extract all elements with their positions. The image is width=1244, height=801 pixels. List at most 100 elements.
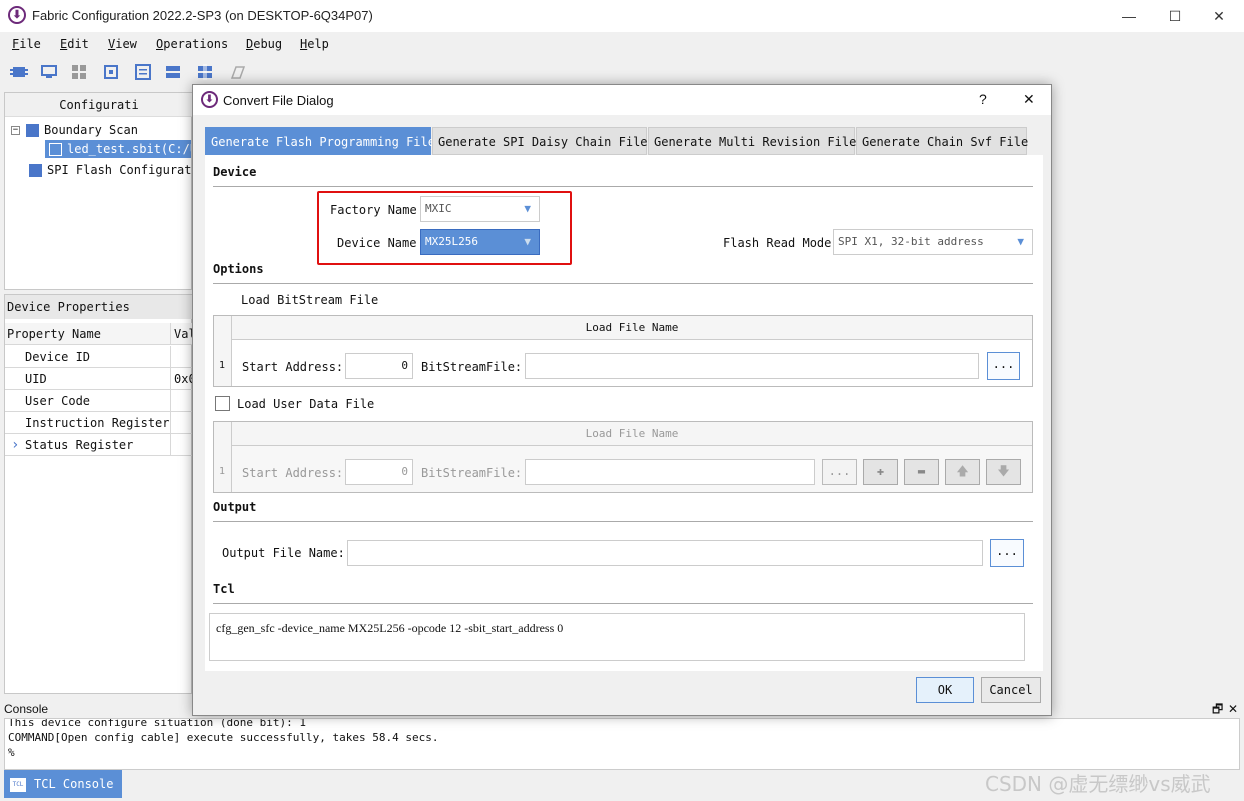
output-file-name-input[interactable] bbox=[347, 540, 983, 566]
tab-generate-chain-svf-file[interactable]: Generate Chain Svf File bbox=[856, 127, 1028, 155]
start-address-input[interactable]: 0 bbox=[345, 353, 413, 379]
eraser-icon[interactable] bbox=[228, 64, 246, 80]
bitstream-file-input[interactable] bbox=[525, 353, 979, 379]
tcl-console-label: TCL Console bbox=[34, 777, 114, 791]
flash-read-mode-select[interactable]: SPI X1, 32-bit address ▼ bbox=[833, 229, 1033, 255]
tree-item-bitstream-file[interactable]: led_test.sbit(C:/U bbox=[45, 140, 191, 158]
browse-bitstream-button[interactable]: ... bbox=[987, 352, 1020, 380]
minimize-button[interactable]: — bbox=[1106, 0, 1152, 32]
tree-item-boundary-scan[interactable]: − Boundary Scan bbox=[11, 121, 138, 139]
user-bitstream-file-label: BitStreamFile: bbox=[421, 466, 523, 480]
property-name-header: Property Name bbox=[5, 323, 171, 345]
tree-label: SPI Flash Configurati bbox=[47, 163, 199, 177]
bitstream-grid: 1 Load File Name Start Address: 0 BitStr… bbox=[213, 315, 1033, 387]
row-number: 1 bbox=[219, 466, 226, 477]
tcl-console-tab[interactable]: TCL TCL Console bbox=[4, 770, 122, 798]
browse-user-data-button[interactable]: ... bbox=[822, 459, 857, 485]
tab-generate-flash-programming-file[interactable]: Generate Flash Programming File bbox=[205, 127, 435, 155]
move-up-icon[interactable]: 🡅 bbox=[945, 459, 980, 485]
menu-edit[interactable]: Edit bbox=[60, 37, 89, 51]
user-start-address-label: Start Address: bbox=[242, 466, 344, 480]
device-properties-header: Device Properties bbox=[5, 295, 193, 319]
menu-help[interactable]: Help bbox=[300, 37, 329, 51]
divider bbox=[213, 186, 1033, 187]
output-section-title: Output bbox=[213, 500, 257, 514]
highlight-box bbox=[317, 191, 572, 265]
device-properties-panel: Device Properties Property Name Val Devi… bbox=[4, 294, 196, 694]
properties-column-header: Property Name Val bbox=[5, 323, 196, 345]
help-button[interactable]: ? bbox=[979, 91, 987, 107]
console-line: COMMAND[Open config cable] execute succe… bbox=[8, 731, 439, 744]
grid-icon[interactable] bbox=[70, 64, 88, 80]
browse-output-button[interactable]: ... bbox=[990, 539, 1024, 567]
add-icon[interactable]: ✚ bbox=[863, 459, 898, 485]
load-user-data-label: Load User Data File bbox=[237, 397, 375, 411]
grid-row-number-column: 1 bbox=[214, 316, 232, 386]
file-icon bbox=[49, 143, 62, 156]
cancel-button[interactable]: Cancel bbox=[981, 677, 1041, 703]
property-row[interactable]: Device ID bbox=[5, 346, 193, 368]
console-title: Console bbox=[4, 702, 49, 716]
tcl-icon: TCL bbox=[10, 777, 26, 792]
menu-bar: File Edit View Operations Debug Help bbox=[0, 32, 1244, 56]
ok-button[interactable]: OK bbox=[916, 677, 974, 703]
start-address-label: Start Address: bbox=[242, 360, 344, 374]
grid-header: Load File Name bbox=[232, 316, 1032, 340]
chevron-down-icon: ▼ bbox=[1017, 235, 1024, 248]
property-name: Status Register bbox=[5, 434, 171, 456]
maximize-button[interactable]: ☐ bbox=[1152, 0, 1198, 32]
bitstream-file-label: BitStreamFile: bbox=[421, 360, 523, 374]
console-output[interactable]: This device configure situation (done bi… bbox=[4, 718, 1240, 770]
chain-icon[interactable] bbox=[164, 64, 182, 80]
tree-item-spi-flash[interactable]: SPI Flash Configurati bbox=[29, 161, 199, 179]
tcl-section-title: Tcl bbox=[213, 582, 235, 596]
watermark: CSDN @虚无缥缈vs威武 bbox=[985, 772, 1211, 796]
flash-read-mode-value: SPI X1, 32-bit address bbox=[838, 235, 984, 248]
list-icon[interactable] bbox=[134, 64, 152, 80]
divider bbox=[213, 521, 1033, 522]
user-start-address-input[interactable]: 0 bbox=[345, 459, 413, 485]
property-row[interactable]: UID 0x0 bbox=[5, 368, 196, 390]
dialog-title-bar: ⬇ Convert File Dialog ? ✕ bbox=[193, 85, 1051, 115]
tree-label: led_test.sbit(C:/U bbox=[67, 142, 191, 156]
flash-chain-icon[interactable] bbox=[196, 64, 214, 80]
tree-label: Boundary Scan bbox=[44, 123, 138, 137]
device-section-title: Device bbox=[213, 165, 257, 179]
load-bitstream-label: Load BitStream File bbox=[241, 293, 379, 307]
property-name: User Code bbox=[5, 390, 171, 412]
property-name: Instruction Register bbox=[5, 412, 171, 434]
menu-operations[interactable]: Operations bbox=[156, 37, 228, 51]
menu-view[interactable]: View bbox=[108, 37, 137, 51]
configuration-panel: Configurati − Boundary Scan led_test.sbit… bbox=[4, 92, 199, 290]
remove-icon[interactable]: ▬ bbox=[904, 459, 939, 485]
tab-generate-multi-revision-file[interactable]: Generate Multi Revision File bbox=[648, 127, 856, 155]
row-number: 1 bbox=[219, 360, 226, 371]
menu-file[interactable]: File bbox=[12, 37, 41, 51]
chip-icon[interactable] bbox=[102, 64, 120, 80]
grid-row-number-column: 1 bbox=[214, 422, 232, 492]
float-icon[interactable]: 🗗 bbox=[1212, 700, 1223, 718]
close-console-icon[interactable]: ✕ bbox=[1228, 700, 1238, 718]
property-row-expandable[interactable]: › Status Register bbox=[5, 434, 193, 456]
close-button[interactable]: ✕ bbox=[1196, 0, 1242, 32]
grid-header: Load File Name bbox=[232, 422, 1032, 446]
chip-scan-icon[interactable] bbox=[10, 64, 28, 80]
property-row[interactable]: User Code bbox=[5, 390, 193, 412]
monitor-icon[interactable] bbox=[40, 64, 58, 80]
property-name: Device ID bbox=[5, 346, 171, 368]
user-bitstream-file-input[interactable] bbox=[525, 459, 815, 485]
tab-generate-spi-daisy-chain-file[interactable]: Generate SPI Daisy Chain File bbox=[432, 127, 648, 155]
menu-debug[interactable]: Debug bbox=[246, 37, 282, 51]
move-down-icon[interactable]: 🡇 bbox=[986, 459, 1021, 485]
collapse-icon[interactable]: − bbox=[11, 126, 20, 135]
property-row[interactable]: Instruction Register bbox=[5, 412, 193, 434]
dialog-app-icon: ⬇ bbox=[201, 91, 218, 108]
title-bar: ⬇ Fabric Configuration 2022.2-SP3 (on DE… bbox=[0, 0, 1244, 32]
user-data-grid: 1 Load File Name Start Address: 0 BitStr… bbox=[213, 421, 1033, 493]
boundary-scan-icon bbox=[26, 124, 39, 137]
load-user-data-checkbox[interactable] bbox=[215, 396, 230, 411]
app-logo-icon: ⬇ bbox=[8, 6, 26, 24]
tcl-command-box[interactable]: cfg_gen_sfc -device_name MX25L256 -opcod… bbox=[209, 613, 1025, 661]
dialog-close-button[interactable]: ✕ bbox=[1023, 91, 1035, 108]
window-title: Fabric Configuration 2022.2-SP3 (on DESK… bbox=[32, 8, 373, 23]
